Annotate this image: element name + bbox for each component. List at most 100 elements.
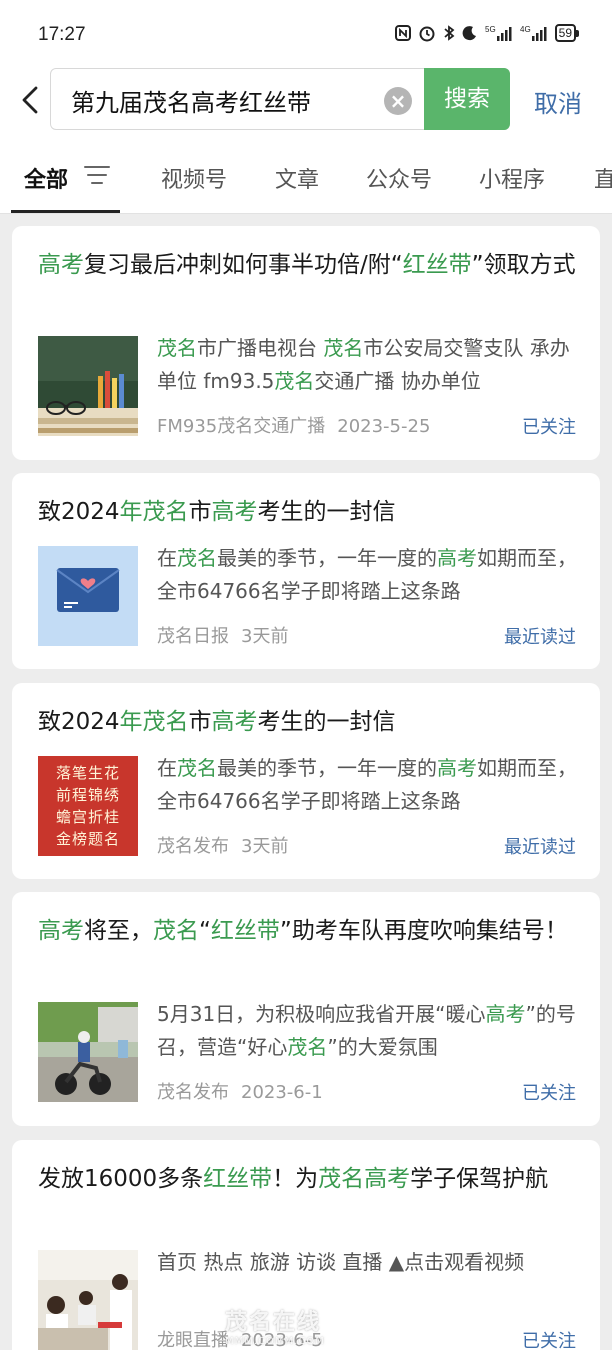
text-segment: 首页 热点 旅游 访谈 直播 ▲点击观看视频 [157,1250,525,1274]
result-date: 3天前 [241,626,289,647]
result-meta: FM935茂名交通广播 2023-5-25 [157,412,430,438]
highlighted-keyword: 茂名 [274,369,315,393]
result-source[interactable]: FM935茂名交通广播 [157,416,325,437]
svg-text:4G: 4G [520,25,531,34]
result-source[interactable]: 龙眼直播 [157,1330,229,1350]
thumbnail-line: 金榜题名 [55,830,120,848]
result-thumbnail [38,336,138,436]
result-card[interactable]: 致2024年茂名市高考考生的一封信 落笔生花 前程锦绣 蟾宫折桂 金榜题名 在茂… [12,683,600,879]
highlighted-keyword: 茂名 [177,546,217,570]
highlighted-keyword: 高考 [437,756,477,780]
signal-5g-icon: 5G [485,24,513,42]
status-time: 17:27 [38,24,86,45]
highlighted-keyword: 年茂名 [119,709,189,735]
highlighted-keyword: 年茂名 [119,499,189,525]
text-segment: ！为 [272,1166,319,1192]
highlighted-keyword: 茂名 [287,1035,328,1059]
highlighted-keyword: 茂名高考 [318,1166,411,1192]
highlighted-keyword: 红丝带 [402,252,472,278]
text-segment: 致2024 [38,709,120,735]
text-segment: 在 [157,756,177,780]
text-segment: 5月31日，为积极响应我省开展“暖心 [157,1002,486,1026]
result-card[interactable]: 高考复习最后冲刺如何事半功倍/附“红丝带”领取方式 茂名市广播电视台 茂名市公安… [12,226,600,460]
result-date: 2023-6-1 [241,1082,323,1103]
search-input[interactable]: 第九届茂名高考红丝带 × 搜索 [50,68,510,130]
thumbnail-line: 落笔生花 [55,764,120,782]
clear-icon[interactable]: × [384,87,412,115]
text-segment: 考生的一封信 [257,709,396,735]
tab-all[interactable]: 全部 [24,162,68,194]
result-card[interactable]: 致2024年茂名市高考考生的一封信 在茂名最美的季节，一年一度的高考如期而至，全… [12,473,600,669]
highlighted-keyword: 高考 [485,1002,526,1026]
back-button[interactable] [16,80,46,120]
filter-tabs: 全部 视频号 文章 公众号 小程序 直 [0,140,612,214]
result-source[interactable]: 茂名日报 [157,626,229,647]
svg-text:5G: 5G [485,25,496,34]
result-snippet: 在茂名最美的季节，一年一度的高考如期而至，全市64766名学子即将踏上这条路 [157,542,577,608]
text-segment: 学子保驾护航 [410,1166,549,1192]
result-snippet: 在茂名最美的季节，一年一度的高考如期而至，全市64766名学子即将踏上这条路 [157,752,577,818]
text-segment: 最美的季节，一年一度的 [217,546,437,570]
tab-live[interactable]: 直 [594,162,612,194]
highlighted-keyword: 茂名 [157,336,197,360]
result-card[interactable]: 高考将至，茂名“红丝带”助考车队再度吹响集结号！ 5月31日，为积极响应我省开展… [12,892,600,1126]
text-segment: “ [199,918,211,944]
read-status: 最近读过 [504,627,576,648]
watermark: 茂名在线 MMM.COMM.COM [225,1304,325,1347]
highlighted-keyword: 高考 [437,546,477,570]
highlighted-keyword: 茂名 [153,918,199,944]
signal-4g-icon: 4G [520,24,548,42]
watermark-main: 茂名在线 [225,1310,322,1335]
text-segment: 最美的季节，一年一度的 [217,756,437,780]
text-segment: ”的大爱氛围 [327,1035,438,1059]
tab-articles[interactable]: 文章 [275,162,319,194]
result-thumbnail [38,1002,138,1102]
nfc-icon [394,24,411,42]
highlighted-keyword: 红丝带 [210,918,280,944]
follow-status: 已关注 [522,1083,576,1104]
highlighted-keyword: 高考 [38,252,84,278]
status-icons: 5G 4G 59 [394,24,580,42]
search-header: 第九届茂名高考红丝带 × 搜索 取消 [0,66,612,140]
result-source[interactable]: 茂名发布 [157,1082,229,1103]
highlighted-keyword: 高考 [211,709,258,735]
text-segment: ”助考车队再度吹响集结号！ [279,918,568,944]
text-segment: 将至， [84,918,153,944]
alarm-icon [418,24,436,42]
tab-official-accounts[interactable]: 公众号 [366,162,432,194]
result-source[interactable]: 茂名发布 [157,836,229,857]
text-segment: 市广播电视台 [197,336,324,360]
text-segment: 致2024 [38,499,120,525]
filter-icon[interactable] [84,166,110,188]
text-segment: 复习最后冲刺如何事半功倍/附“ [84,252,403,278]
text-segment: 发放16000多条 [38,1166,204,1192]
watermark-sub: MMM.COMM.COM [225,1336,325,1347]
follow-status: 已关注 [522,1331,576,1350]
chevron-left-icon [22,86,38,114]
moon-icon [462,24,478,42]
active-tab-underline [11,210,120,213]
bluetooth-icon [443,24,455,42]
tab-mini-programs[interactable]: 小程序 [479,162,545,194]
battery-indicator: 59 [554,24,580,42]
search-query[interactable]: 第九届茂名高考红丝带 [71,83,311,118]
tab-channels[interactable]: 视频号 [161,162,227,194]
result-title[interactable]: 发放16000多条红丝带！为茂名高考学子保驾护航 [38,1160,578,1198]
result-title[interactable]: 致2024年茂名市高考考生的一封信 [38,493,578,531]
highlighted-keyword: 红丝带 [203,1166,273,1192]
result-snippet: 5月31日，为积极响应我省开展“暖心高考”的号召，营造“好心茂名”的大爱氛围 [157,998,577,1064]
result-meta: 茂名发布 2023-6-1 [157,1078,323,1104]
result-date: 3天前 [241,836,289,857]
result-snippet: 茂名市广播电视台 茂名市公安局交警支队 承办单位 fm93.5茂名交通广播 协办… [157,332,577,398]
result-meta: 茂名日报 3天前 [157,622,288,648]
result-snippet: 首页 热点 旅游 访谈 直播 ▲点击观看视频 [157,1246,577,1279]
text-segment: 市 [188,499,212,525]
search-button[interactable]: 搜索 [424,68,510,130]
result-title[interactable]: 高考复习最后冲刺如何事半功倍/附“红丝带”领取方式 [38,246,578,284]
result-title[interactable]: 致2024年茂名市高考考生的一封信 [38,703,578,741]
highlighted-keyword: 茂名 [323,336,364,360]
cancel-button[interactable]: 取消 [534,84,582,119]
result-title[interactable]: 高考将至，茂名“红丝带”助考车队再度吹响集结号！ [38,912,578,950]
thumbnail-line: 蟾宫折桂 [55,808,120,826]
text-segment: 市 [188,709,212,735]
